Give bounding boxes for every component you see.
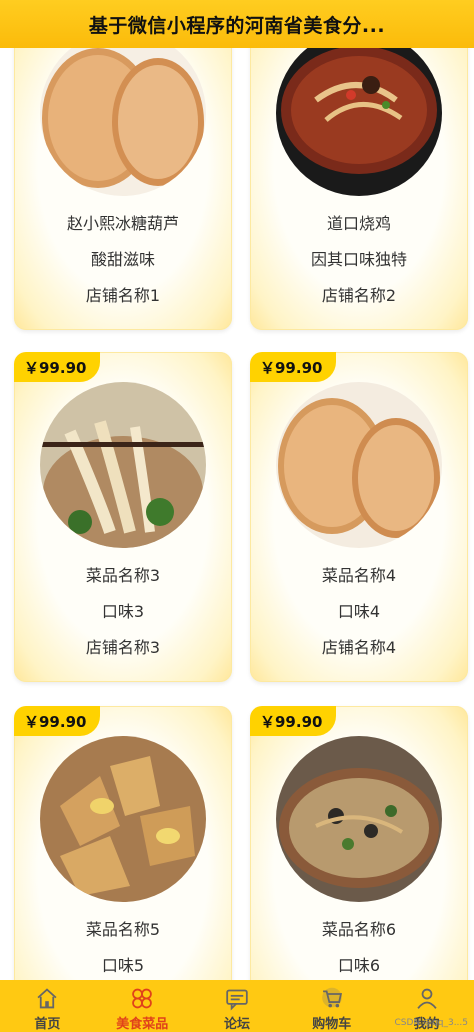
forum-icon	[226, 989, 248, 1011]
dish-image[interactable]	[40, 736, 206, 902]
food-card[interactable]: ￥99.90 菜品名称6 口味6	[250, 706, 468, 980]
dish-name: 菜品名称4	[321, 566, 397, 585]
food-grid[interactable]: 赵小熙冰糖葫芦 酸甜滋味 店铺名称1 道口烧鸡 因其口味独特 店铺名称2 ￥99…	[0, 48, 474, 980]
tab-label: 美食菜品	[116, 1017, 169, 1032]
watermark-text: CSDN @qq_3...5	[394, 1018, 468, 1028]
shop-name: 店铺名称4	[321, 638, 397, 657]
shop-name: 店铺名称3	[85, 638, 161, 657]
dish-image[interactable]	[276, 736, 442, 902]
price-tag: ￥99.90	[14, 706, 100, 736]
dish-taste: 口味3	[101, 602, 145, 621]
tab-forum[interactable]: 论坛	[190, 980, 285, 1032]
page-title: 基于微信小程序的河南省美食分...	[88, 14, 386, 37]
dish-name: 菜品名称3	[85, 566, 161, 585]
page-header: 基于微信小程序的河南省美食分...	[0, 0, 474, 48]
food-card[interactable]: 赵小熙冰糖葫芦 酸甜滋味 店铺名称1	[14, 48, 232, 330]
bottom-tab-bar: 首页 美食菜品 论坛 购物车 我的 CSDN @qq_3...5	[0, 980, 474, 1032]
dish-taste: 口味4	[337, 602, 381, 621]
shop-name: 店铺名称2	[321, 286, 397, 305]
home-icon	[37, 988, 57, 1009]
dish-image[interactable]	[276, 382, 442, 548]
dish-taste: 口味6	[337, 956, 381, 975]
food-card[interactable]: ￥99.90 菜品名称3 口味3 店铺名称3	[14, 352, 232, 682]
food-card[interactable]: 道口烧鸡 因其口味独特 店铺名称2	[250, 48, 468, 330]
dish-image[interactable]	[276, 48, 442, 196]
dish-taste: 口味5	[101, 956, 145, 975]
tab-label: 首页	[34, 1017, 61, 1032]
dish-image[interactable]	[40, 382, 206, 548]
tab-food[interactable]: 美食菜品	[95, 980, 190, 1032]
dish-taste: 酸甜滋味	[90, 250, 155, 269]
dish-taste: 因其口味独特	[310, 250, 407, 269]
dish-name: 赵小熙冰糖葫芦	[66, 214, 179, 233]
food-card[interactable]: ￥99.90 菜品名称5 口味5	[14, 706, 232, 980]
food-grid-icon	[132, 988, 153, 1009]
user-icon	[416, 988, 437, 1009]
price-tag: ￥99.90	[14, 352, 100, 382]
tab-cart[interactable]: 购物车	[284, 980, 379, 1032]
price-tag: ￥99.90	[250, 352, 336, 382]
shop-name: 店铺名称1	[85, 286, 161, 305]
dish-name: 道口烧鸡	[326, 214, 391, 233]
cart-icon	[321, 987, 342, 1008]
dish-image[interactable]	[40, 48, 206, 196]
price-tag: ￥99.90	[250, 706, 336, 736]
dish-name: 菜品名称5	[85, 920, 161, 939]
tab-label: 购物车	[312, 1017, 352, 1032]
app-root: 基于微信小程序的河南省美食分... 赵小熙冰糖葫芦 酸甜滋味 店铺名称1 道口烧…	[0, 0, 474, 1032]
food-card[interactable]: ￥99.90 菜品名称4 口味4 店铺名称4	[250, 352, 468, 682]
dish-name: 菜品名称6	[321, 920, 397, 939]
tab-home[interactable]: 首页	[0, 980, 95, 1032]
tab-label: 论坛	[223, 1017, 250, 1032]
